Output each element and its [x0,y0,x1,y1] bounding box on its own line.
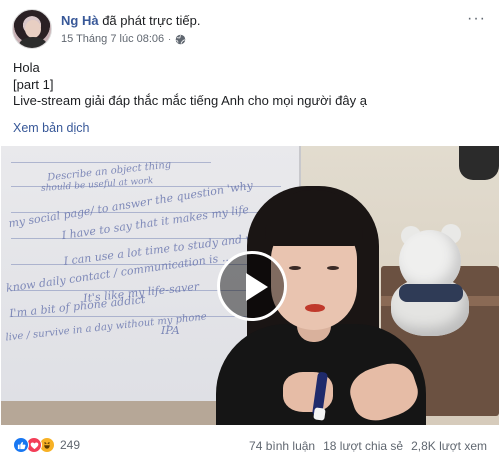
post-meta: 15 Tháng 7 lúc 08:06 · [61,33,186,45]
live-video-post: Ng Hà đã phát trực tiếp. 15 Tháng 7 lúc … [0,0,500,469]
reaction-count: 249 [60,438,81,452]
post-text-line: Hola [13,60,40,75]
post-timestamp[interactable]: 15 Tháng 7 lúc 08:06 [61,33,164,45]
video-player[interactable]: Describe an object thing should be usefu… [1,146,499,425]
avatar[interactable] [12,9,52,49]
shares-count[interactable]: 18 lượt chia sẻ [323,439,403,453]
meta-separator: · [168,34,172,44]
see-translation-link[interactable]: Xem bản dịch [13,121,89,135]
teddy-bear [399,230,461,292]
reactions-summary[interactable]: 249 [13,437,80,453]
more-options-icon[interactable]: ··· [467,11,486,27]
views-count[interactable]: 2,8K lượt xem [411,439,487,453]
play-icon[interactable] [217,251,287,321]
whiteboard-text: IPA [161,324,180,337]
post-text-line: [part 1] [13,76,54,92]
engagement-stats: 74 bình luận 18 lượt chia sẻ 2,8K lượt x… [249,439,487,453]
post-header: Ng Hà đã phát trực tiếp. [61,13,201,28]
globe-icon[interactable] [175,34,186,45]
author-name[interactable]: Ng Hà [61,13,99,28]
post-action: đã phát trực tiếp. [102,13,201,28]
comments-count[interactable]: 74 bình luận [249,439,315,453]
like-icon [13,437,29,453]
post-text-line: Live-stream giải đáp thắc mắc tiếng Anh … [13,93,367,108]
post-text: Hola [part 1] Live-stream giải đáp thắc … [13,60,367,110]
